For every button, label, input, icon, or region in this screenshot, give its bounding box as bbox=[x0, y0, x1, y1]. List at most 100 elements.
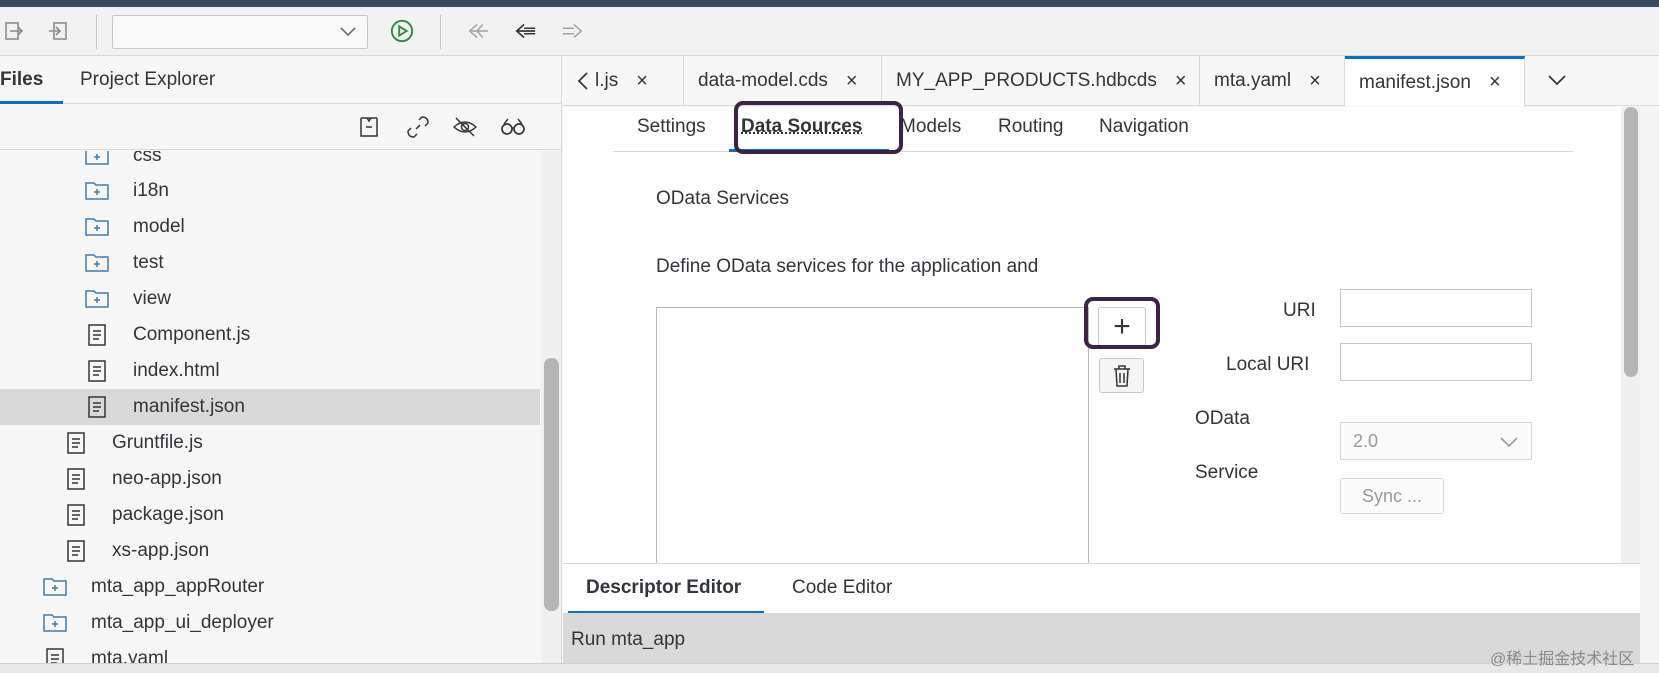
delete-service-button[interactable] bbox=[1099, 358, 1144, 393]
search-icon[interactable] bbox=[500, 114, 526, 140]
tab-label: data-model.cds bbox=[698, 70, 828, 91]
step-back-icon[interactable] bbox=[466, 19, 490, 43]
chevron-down-icon[interactable] bbox=[1546, 72, 1568, 93]
chevron-down-icon bbox=[339, 24, 357, 43]
close-icon[interactable]: × bbox=[636, 70, 648, 93]
tab-l-js[interactable]: l.js × bbox=[581, 56, 684, 106]
tab-code-editor[interactable]: Code Editor bbox=[792, 577, 892, 599]
tab-data-model-cds[interactable]: data-model.cds × bbox=[684, 56, 882, 106]
tree-item-label: package.json bbox=[112, 504, 224, 525]
uri-input[interactable] bbox=[1340, 289, 1532, 327]
collapse-all-icon[interactable] bbox=[356, 114, 382, 140]
scrollbar-thumb[interactable] bbox=[1624, 107, 1638, 377]
tree-item-label: test bbox=[133, 252, 164, 273]
link-icon[interactable] bbox=[405, 114, 431, 140]
tree-item-gruntfile-js[interactable]: Gruntfile.js bbox=[0, 425, 540, 461]
hide-icon[interactable] bbox=[452, 114, 478, 140]
editor-scrollbar[interactable] bbox=[1621, 107, 1640, 563]
tree-item-neo-app-json[interactable]: neo-app.json bbox=[0, 461, 540, 497]
tree-item-label: neo-app.json bbox=[112, 468, 222, 489]
close-icon[interactable]: × bbox=[1489, 71, 1501, 94]
tab-manifest-json[interactable]: manifest.json × bbox=[1345, 56, 1525, 106]
file-icon bbox=[86, 395, 112, 419]
folder-icon bbox=[42, 611, 68, 635]
odata-version-value: 2.0 bbox=[1353, 431, 1379, 451]
tree-item-label: manifest.json bbox=[133, 396, 245, 417]
odata-services-list[interactable] bbox=[656, 307, 1089, 563]
sync-button[interactable]: Sync ... bbox=[1340, 478, 1444, 514]
service-label: Service bbox=[1195, 462, 1259, 483]
close-icon[interactable]: × bbox=[1309, 70, 1321, 93]
highlight-add-button bbox=[1084, 297, 1160, 349]
main-toolbar bbox=[0, 7, 1659, 56]
back-icon[interactable] bbox=[513, 19, 537, 43]
tree-item-model[interactable]: model bbox=[0, 209, 540, 245]
uri-label: URI bbox=[1283, 300, 1316, 321]
tree-item-mta-app-approuter[interactable]: mta_app_appRouter bbox=[0, 569, 540, 605]
section-title: OData Services bbox=[656, 188, 790, 209]
section-description: Define OData services for the applicatio… bbox=[656, 256, 1039, 277]
chevron-down-icon bbox=[1499, 433, 1519, 454]
folder-icon bbox=[42, 575, 68, 599]
file-icon bbox=[65, 503, 91, 527]
tree-item-mta-app-ui-deployer[interactable]: mta_app_ui_deployer bbox=[0, 605, 540, 641]
tree-item-label: xs-app.json bbox=[112, 540, 210, 561]
status-strip bbox=[0, 663, 1659, 673]
toolbar-separator bbox=[440, 15, 441, 49]
tree-item-xs-app-json[interactable]: xs-app.json bbox=[0, 533, 540, 569]
tab-label: manifest.json bbox=[1359, 71, 1471, 93]
tab-descriptor-editor[interactable]: Descriptor Editor bbox=[586, 577, 741, 599]
scrollbar-thumb[interactable] bbox=[544, 358, 559, 611]
right-edge-panel bbox=[1640, 107, 1659, 663]
top-strip bbox=[0, 0, 1659, 7]
local-uri-input[interactable] bbox=[1340, 343, 1532, 381]
subtab-settings[interactable]: Settings bbox=[637, 116, 706, 138]
tree-item-label: Component.js bbox=[133, 324, 251, 345]
tree-item-index-html[interactable]: index.html bbox=[0, 353, 540, 389]
tree-scrollbar[interactable] bbox=[541, 151, 561, 673]
tab-files[interactable]: Files bbox=[0, 69, 43, 91]
forward-icon[interactable] bbox=[561, 19, 585, 43]
tab-project-explorer[interactable]: Project Explorer bbox=[80, 69, 215, 91]
file-icon bbox=[65, 539, 91, 563]
folder-icon bbox=[84, 215, 110, 239]
tree-item-label: mta_app_ui_deployer bbox=[91, 612, 274, 633]
run-icon[interactable] bbox=[390, 19, 414, 43]
subtab-navigation[interactable]: Navigation bbox=[1099, 116, 1189, 138]
editor-mode-tabs: Descriptor Editor Code Editor bbox=[563, 563, 1640, 614]
run-console-bar[interactable]: Run mta_app bbox=[563, 613, 1640, 663]
tree-item-test[interactable]: test bbox=[0, 245, 540, 281]
tree-item-view[interactable]: view bbox=[0, 281, 540, 317]
subtab-routing[interactable]: Routing bbox=[998, 116, 1064, 138]
run-config-select[interactable] bbox=[112, 15, 368, 49]
export-icon[interactable] bbox=[2, 19, 26, 43]
subtab-models[interactable]: Models bbox=[900, 116, 961, 138]
tree-item-manifest-json[interactable]: manifest.json bbox=[0, 389, 540, 425]
file-tree: css i18n model test view Component.js in… bbox=[0, 151, 540, 673]
tab-label: mta.yaml bbox=[1214, 70, 1292, 91]
editor-tabs: l.js × data-model.cds × MY_APP_PRODUCTS.hd… bbox=[563, 56, 1659, 106]
close-icon[interactable]: × bbox=[1175, 70, 1187, 93]
file-icon bbox=[86, 359, 112, 383]
tree-item-label: i18n bbox=[133, 180, 169, 201]
panel-tabs: Files Project Explorer bbox=[0, 56, 562, 104]
close-icon[interactable]: × bbox=[846, 70, 858, 93]
tab-mta-yaml[interactable]: mta.yaml × bbox=[1200, 56, 1345, 106]
panel-toolbar bbox=[0, 104, 562, 150]
file-icon bbox=[65, 467, 91, 491]
file-icon bbox=[65, 431, 91, 455]
tree-item-label: model bbox=[133, 216, 185, 237]
descriptor-editor: Settings Data Sources Models Routing Nav… bbox=[563, 101, 1640, 563]
odata-version-select[interactable]: 2.0 bbox=[1340, 422, 1532, 460]
watermark: @稀土掘金技术社区 bbox=[1490, 651, 1635, 668]
tab-label: l.js bbox=[595, 70, 619, 91]
tree-item-component-js[interactable]: Component.js bbox=[0, 317, 540, 353]
tree-item-i18n[interactable]: i18n bbox=[0, 173, 540, 209]
tab-my-app-products-hdbcds[interactable]: MY_APP_PRODUCTS.hdbcds × bbox=[882, 56, 1200, 106]
import-icon[interactable] bbox=[46, 19, 70, 43]
tab-label: MY_APP_PRODUCTS.hdbcds bbox=[896, 70, 1157, 91]
highlight-data-sources bbox=[734, 101, 903, 154]
tree-item-package-json[interactable]: package.json bbox=[0, 497, 540, 533]
tree-item-css[interactable]: css bbox=[0, 151, 540, 174]
run-console-label: Run mta_app bbox=[571, 629, 686, 650]
